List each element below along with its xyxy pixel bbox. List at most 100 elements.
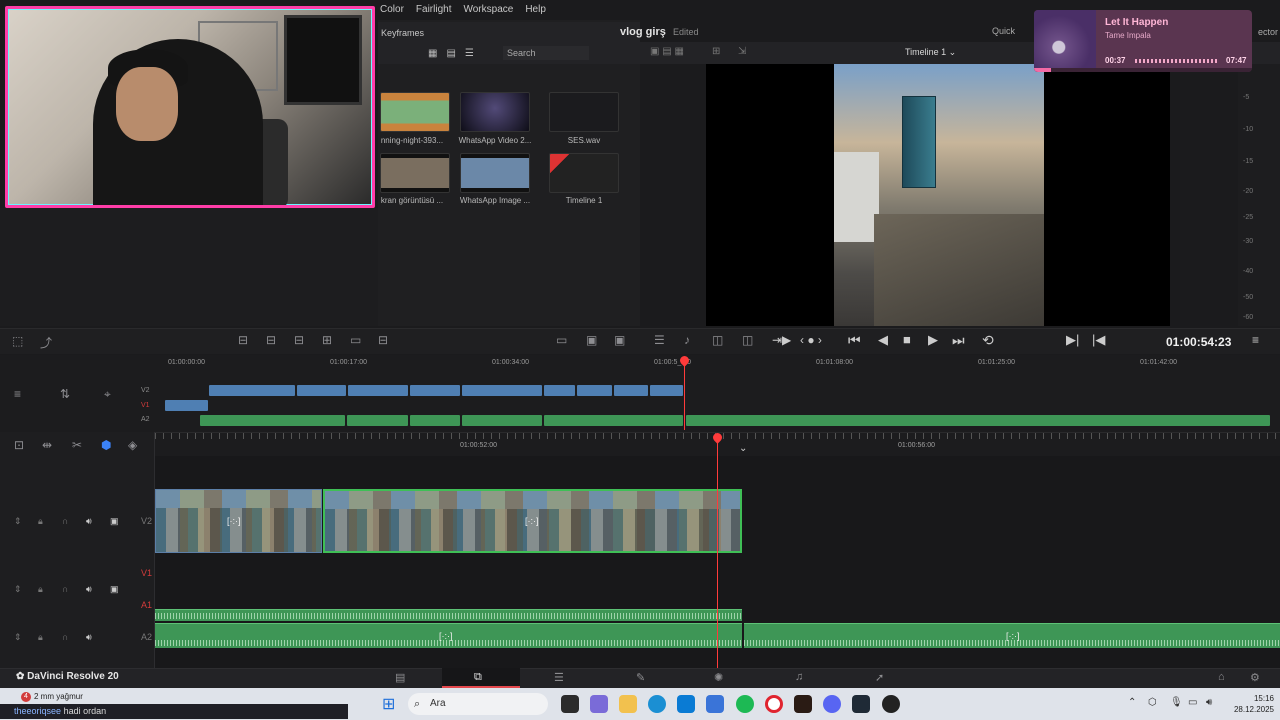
menu-workspace[interactable]: Workspace: [463, 4, 513, 15]
chevron-up-icon[interactable]: ⌃: [1128, 697, 1136, 708]
edit-page-icon[interactable]: ☰: [554, 671, 564, 684]
mini-video-clip[interactable]: [462, 385, 542, 396]
flag-icon[interactable]: ◈: [128, 438, 137, 452]
mini-audio-clip[interactable]: [200, 415, 345, 426]
spotify-icon[interactable]: [736, 695, 754, 713]
lock-icon[interactable]: 🔒︎: [38, 632, 43, 643]
scope-icon[interactable]: ◫: [742, 333, 753, 347]
media-clip[interactable]: [380, 153, 450, 193]
play-reverse-icon[interactable]: ◀: [878, 332, 888, 348]
jog-icon[interactable]: ‹ ● ›: [800, 333, 822, 347]
thumb-view-icon[interactable]: ▤: [446, 48, 455, 59]
track-list-icon[interactable]: ≡: [14, 387, 21, 401]
title-icon[interactable]: ▣: [614, 333, 625, 347]
fusion-page-icon[interactable]: ✎: [636, 671, 645, 684]
mixer-icon[interactable]: ☰: [654, 333, 665, 347]
outlook-icon[interactable]: [706, 695, 724, 713]
move-icon[interactable]: ⇕: [14, 516, 22, 527]
keyframes-tab[interactable]: Keyframes: [381, 28, 424, 38]
mini-video-clip[interactable]: [165, 400, 208, 411]
play-around-icon[interactable]: ⇥▶: [772, 333, 791, 347]
home-icon[interactable]: ⌂: [1218, 671, 1225, 683]
lock-icon[interactable]: 🔒︎: [38, 516, 43, 527]
speaker-icon[interactable]: 🔊︎: [86, 584, 92, 595]
progress-bar[interactable]: [1034, 68, 1252, 72]
weather-widget[interactable]: 2 mm yağmur: [34, 692, 83, 701]
replace-icon[interactable]: ⊟: [294, 333, 304, 347]
mini-audio-clip[interactable]: [462, 415, 542, 426]
video-clip-selected[interactable]: [·:·]: [323, 489, 742, 553]
next-edit-icon[interactable]: ▶|: [1066, 332, 1079, 348]
go-to-end-icon[interactable]: ⏭: [952, 332, 965, 349]
resolve-taskbar-icon[interactable]: [852, 695, 870, 713]
media-clip[interactable]: [460, 92, 530, 132]
mini-video-clip[interactable]: [614, 385, 648, 396]
audio-icon[interactable]: ◫: [712, 333, 723, 347]
snap-icon[interactable]: ⤴: [40, 334, 52, 351]
quick-export-button[interactable]: Quick: [992, 26, 1015, 36]
upper-timeline-ruler[interactable]: 01:00:00:00 01:00:17:00 01:00:34:00 01:0…: [165, 355, 1280, 369]
go-to-start-icon[interactable]: ⏮: [848, 332, 861, 349]
place-on-top-icon[interactable]: ▭: [350, 333, 361, 347]
options-icon[interactable]: ≡: [1252, 333, 1259, 347]
mini-video-clip[interactable]: [577, 385, 612, 396]
auto-select-icon[interactable]: ∩: [62, 632, 68, 642]
inspector-button[interactable]: ector: [1258, 27, 1278, 37]
effects-icon[interactable]: ▣: [586, 333, 597, 347]
list-view-icon[interactable]: ☰: [465, 48, 474, 59]
speaker-icon[interactable]: 🔊︎: [86, 516, 92, 527]
media-clip[interactable]: [380, 92, 450, 132]
clock[interactable]: 15:16 28.12.2025: [1228, 693, 1274, 715]
fit-to-fill-icon[interactable]: ⊞: [322, 333, 332, 347]
mini-audio-clip[interactable]: [347, 415, 408, 426]
color-page-icon[interactable]: ✺: [714, 671, 723, 684]
overwrite-icon[interactable]: ⊟: [266, 333, 276, 347]
task-view-icon[interactable]: [561, 695, 579, 713]
media-clip[interactable]: [549, 153, 619, 193]
volume-icon[interactable]: 🔊︎: [1206, 697, 1212, 708]
append-icon[interactable]: ⊟: [378, 333, 388, 347]
insert-icon[interactable]: ⊟: [238, 333, 248, 347]
mini-video-clip[interactable]: [650, 385, 683, 396]
discord-icon[interactable]: [823, 695, 841, 713]
menu-fairlight[interactable]: Fairlight: [416, 4, 452, 15]
opera-icon[interactable]: [765, 695, 783, 713]
grid-view-icon[interactable]: ▦: [428, 48, 437, 59]
media-search-input[interactable]: Search: [503, 46, 589, 60]
upper-playhead[interactable]: [684, 362, 685, 430]
transition-icon[interactable]: ▭: [556, 333, 567, 347]
mic-tray-icon[interactable]: 🎙︎: [1170, 697, 1183, 708]
media-page-icon[interactable]: ▤: [395, 671, 405, 684]
media-clip[interactable]: [460, 153, 530, 193]
menu-color[interactable]: Color: [380, 4, 404, 15]
monitor-icon[interactable]: ▣: [110, 584, 119, 595]
settings-icon[interactable]: ⚙: [1250, 671, 1260, 684]
auto-select-icon[interactable]: ∩: [62, 516, 68, 526]
edge-icon[interactable]: [648, 695, 666, 713]
mini-audio-clip[interactable]: [686, 415, 1270, 426]
mini-audio-clip[interactable]: [544, 415, 683, 426]
zoom-track-icon[interactable]: ⌖: [104, 387, 111, 402]
mini-video-clip[interactable]: [297, 385, 346, 396]
speaker-icon[interactable]: 🔊︎: [86, 632, 92, 643]
media-clip[interactable]: [549, 92, 619, 132]
audio-clip-a1[interactable]: [155, 609, 742, 621]
split-icon[interactable]: ⇹: [42, 438, 52, 452]
mini-audio-clip[interactable]: [410, 415, 460, 426]
stop-icon[interactable]: ■: [903, 332, 911, 347]
loop-icon[interactable]: ⟲: [982, 332, 994, 349]
mic-icon[interactable]: ♪: [684, 333, 690, 347]
layout-icon[interactable]: ⊞: [712, 46, 720, 57]
monitor-tray-icon[interactable]: ▭: [1188, 697, 1197, 708]
obs-icon[interactable]: [882, 695, 900, 713]
mini-video-clip[interactable]: [410, 385, 460, 396]
deliver-page-icon[interactable]: ➚: [875, 671, 884, 684]
chevron-down-icon[interactable]: ⌄: [739, 443, 747, 454]
playhead[interactable]: [717, 440, 718, 668]
timeline-selector[interactable]: Timeline 1 ⌄: [905, 47, 956, 58]
tray-app-icon[interactable]: ⬡: [1148, 697, 1157, 708]
video-clip[interactable]: [·:·]: [155, 489, 322, 553]
copilot-icon[interactable]: [590, 695, 608, 713]
cut-page-icon[interactable]: ⧉: [474, 671, 482, 684]
windows-start-icon[interactable]: ⊞: [382, 694, 395, 714]
